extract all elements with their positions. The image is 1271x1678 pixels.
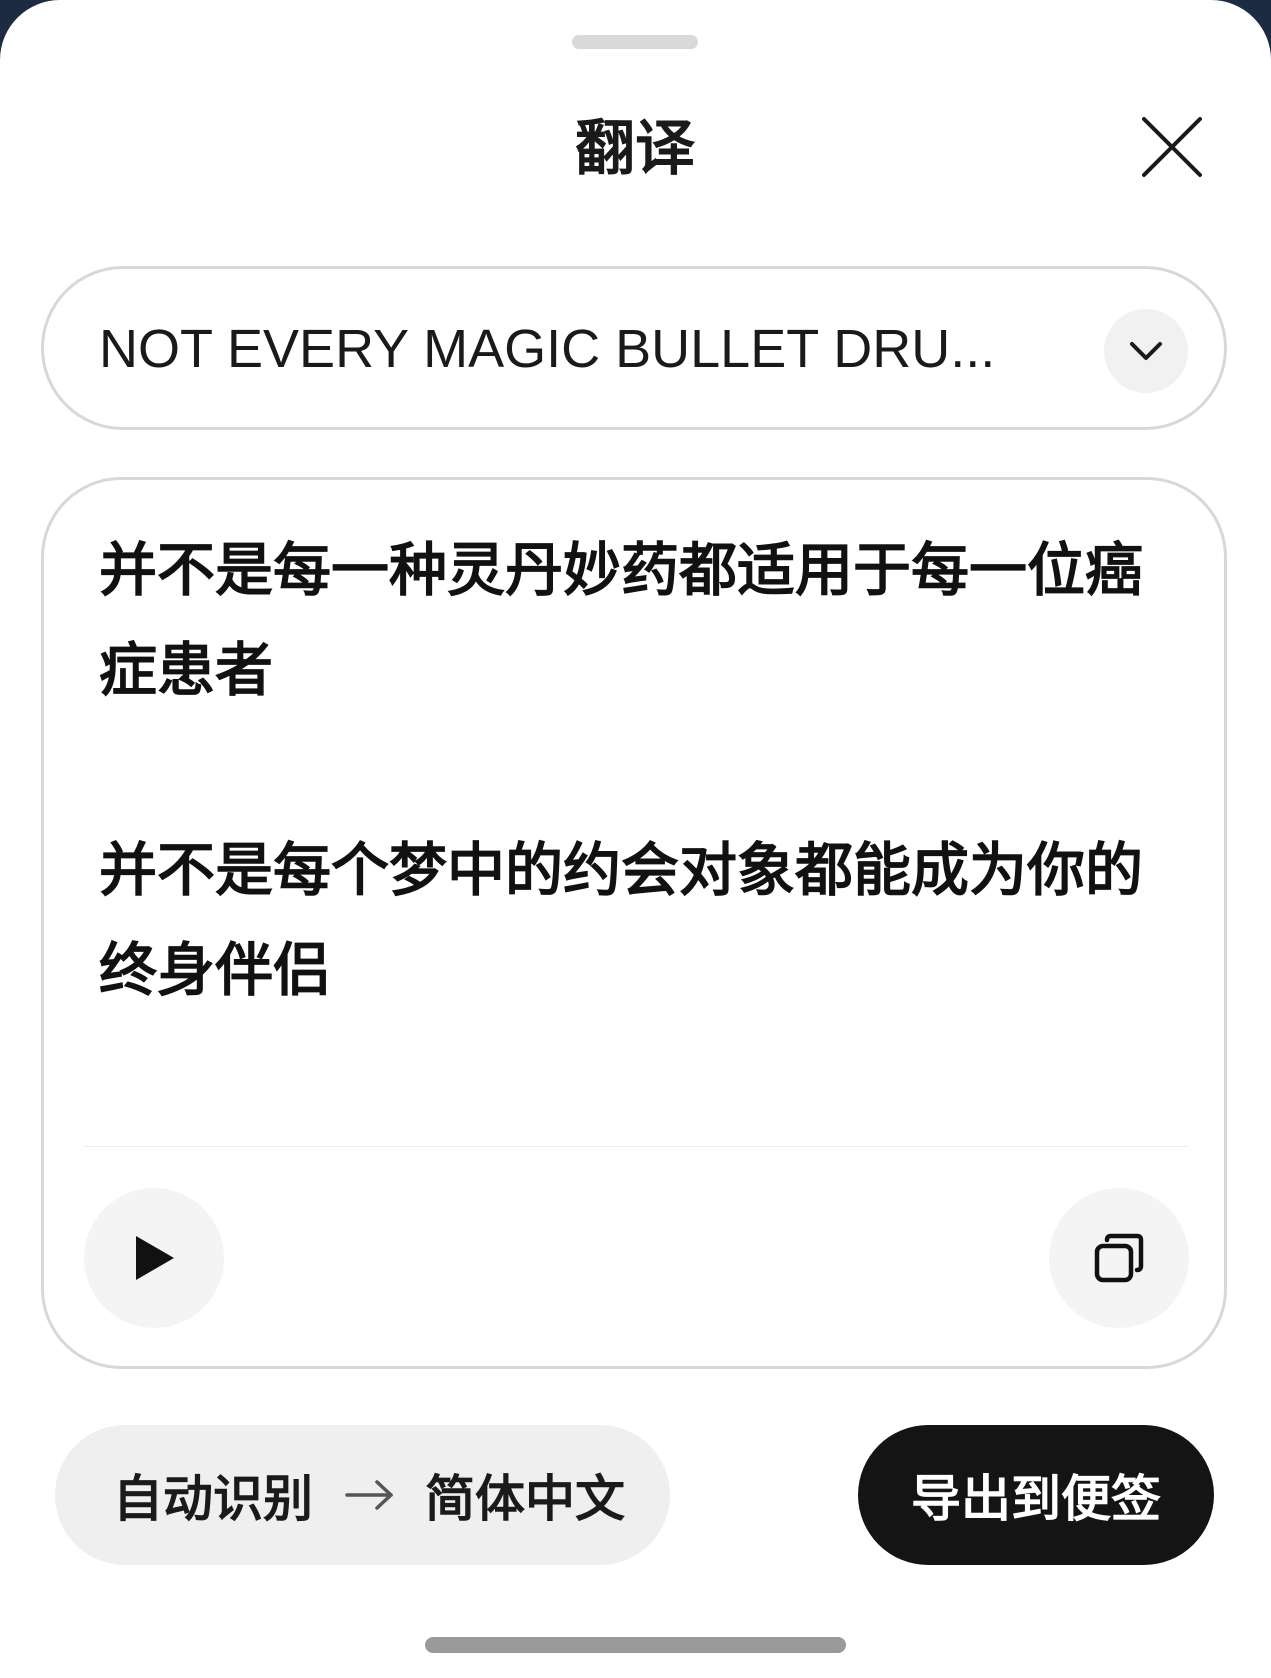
close-button[interactable]: [1140, 115, 1204, 179]
play-icon: [136, 1236, 174, 1280]
page-title: 翻译: [575, 114, 695, 184]
sheet-grabber[interactable]: [572, 35, 698, 49]
target-language: 简体中文: [425, 1470, 625, 1528]
translation-paragraph: 并不是每个梦中的约会对象都能成为你的终身伴侣: [99, 836, 1144, 1004]
source-language: 自动识别: [113, 1470, 313, 1528]
expand-source-button[interactable]: [1104, 309, 1188, 393]
divider: [84, 1146, 1188, 1147]
home-indicator[interactable]: [425, 1637, 846, 1653]
source-text-selector[interactable]: NOT EVERY MAGIC BULLET DRU...: [41, 266, 1227, 430]
translation-result-card: 并不是每一种灵丹妙药都适用于每一位癌症患者 并不是每个梦中的约会对象都能成为你的…: [41, 477, 1227, 1369]
arrow-right-icon: [345, 1480, 395, 1510]
translation-paragraph: 并不是每一种灵丹妙药都适用于每一位癌症患者: [99, 536, 1144, 704]
translation-text[interactable]: 并不是每一种灵丹妙药都适用于每一位癌症患者 并不是每个梦中的约会对象都能成为你的…: [99, 520, 1179, 1020]
close-icon: [1142, 117, 1202, 177]
copy-button[interactable]: [1049, 1188, 1189, 1328]
translate-sheet: 翻译 NOT EVERY MAGIC BULLET DRU... 并不是每一种灵…: [0, 0, 1271, 1678]
source-text: NOT EVERY MAGIC BULLET DRU...: [99, 319, 996, 379]
chevron-down-icon: [1130, 342, 1162, 360]
export-to-notes-button[interactable]: 导出到便签: [858, 1425, 1214, 1565]
copy-icon: [1094, 1233, 1144, 1283]
language-selector[interactable]: 自动识别 简体中文: [55, 1425, 670, 1565]
play-audio-button[interactable]: [84, 1188, 224, 1328]
